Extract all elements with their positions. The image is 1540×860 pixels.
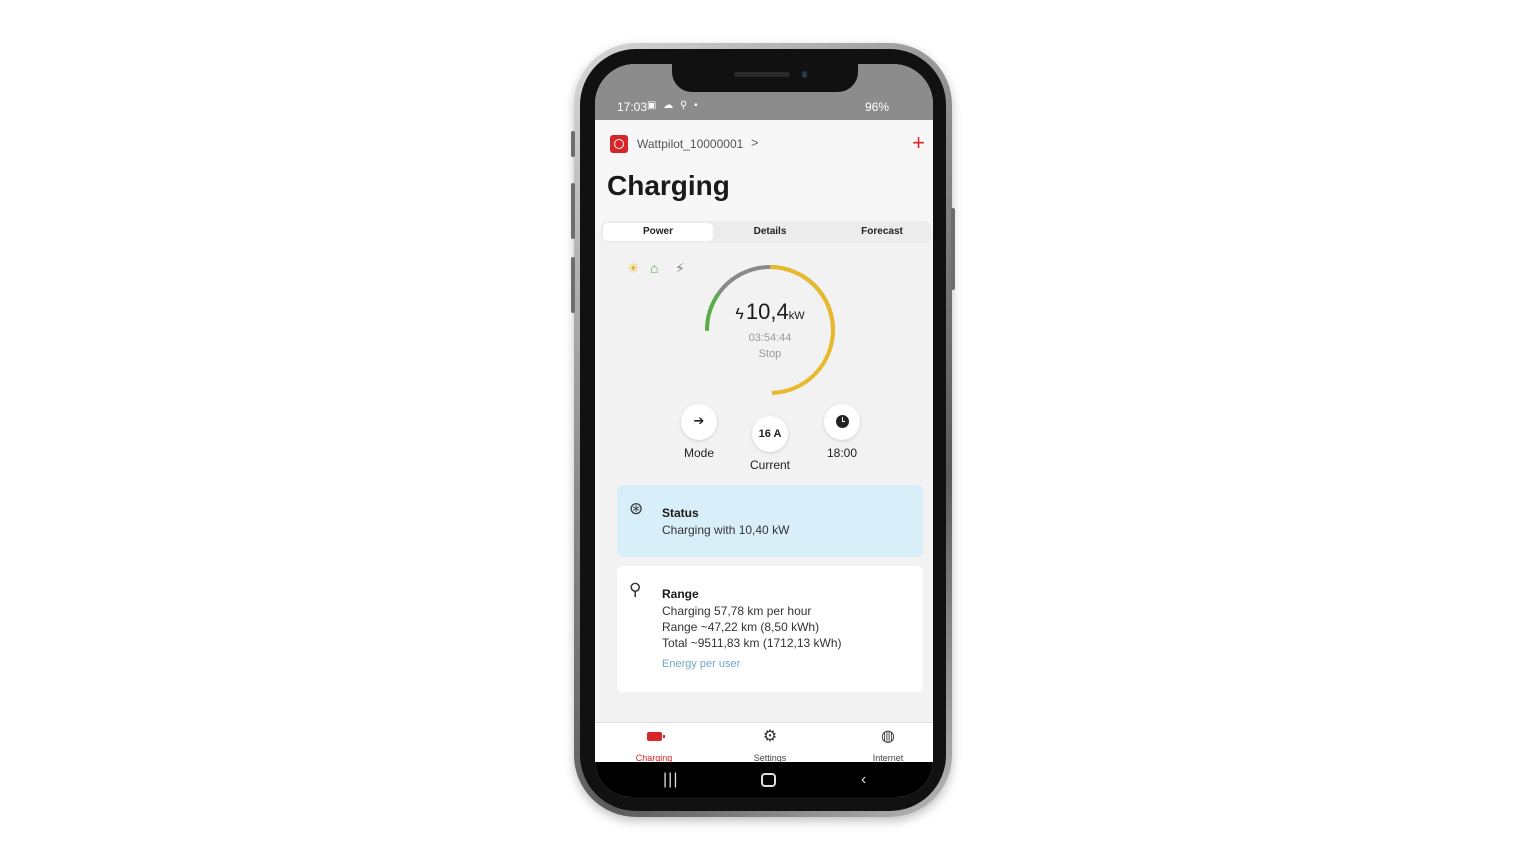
mode-label: Mode: [683, 446, 715, 460]
battery-percent: 96%: [864, 100, 889, 114]
home-button[interactable]: [761, 773, 776, 787]
camera-icon: [802, 71, 807, 78]
power-button: [951, 208, 955, 290]
tab-bar: Power Details Forecast: [601, 221, 931, 243]
gear-icon: ⚙: [762, 728, 778, 745]
add-device-button[interactable]: +: [912, 130, 925, 156]
current-button[interactable]: 16 A: [752, 416, 788, 452]
current-label: Current: [749, 458, 790, 472]
range-line: Charging 57,78 km per hour: [662, 604, 812, 618]
chevron-right-icon[interactable]: >: [751, 135, 759, 150]
tab-forecast[interactable]: Forecast: [827, 223, 933, 241]
timer-button[interactable]: [824, 404, 860, 440]
nav-settings[interactable]: ⚙ Settings: [730, 727, 810, 763]
range-line: Range ~47,22 km (8,50 kWh): [662, 620, 820, 634]
power-grid-icon: ⚡: [675, 260, 685, 276]
recents-button[interactable]: |||: [663, 771, 678, 789]
back-button[interactable]: ‹: [861, 771, 866, 789]
status-title: Status: [662, 506, 699, 520]
power-ring[interactable]: ϟ10,4kW 03:54:44 Stop: [703, 263, 837, 397]
camera-notch: [672, 64, 858, 92]
notification-icons: ▣ ☁ ⚲ •: [647, 100, 700, 111]
power-value: 10,4: [745, 299, 789, 324]
android-nav-bar: ||| ‹: [595, 762, 933, 797]
side-button: [571, 131, 575, 157]
clock-icon: [835, 415, 849, 428]
home-icon: ⌂: [650, 260, 659, 276]
timer-label: 18:00: [826, 446, 858, 460]
phone-screen: 17:03 ▣ ☁ ⚲ • 96% Wattpilot_10000001 > +…: [595, 64, 933, 797]
device-selector[interactable]: Wattpilot_10000001: [637, 137, 743, 151]
volume-down-button: [571, 257, 575, 313]
range-line: Total ~9511,83 km (1712,13 kWh): [662, 636, 842, 650]
volume-up-button: [571, 183, 575, 239]
tab-power[interactable]: Power: [603, 223, 713, 241]
power-unit: kW: [788, 310, 805, 322]
status-text: Charging with 10,40 kW: [662, 523, 790, 537]
battery-icon: [646, 732, 665, 741]
bottom-nav: Charging ⚙ Settings ◍ Internet: [595, 722, 933, 763]
page-title: Charging: [607, 170, 730, 201]
sun-icon: ☀: [627, 260, 640, 276]
globe-icon: ◍: [881, 728, 895, 745]
status-time: 17:03: [617, 100, 648, 114]
mode-button[interactable]: ➔: [681, 404, 717, 440]
stop-button[interactable]: Stop: [703, 348, 837, 360]
nav-internet[interactable]: ◍ Internet: [848, 727, 928, 763]
location-pin-icon: ⚲: [629, 580, 642, 599]
status-pulse-icon: ⊛: [629, 499, 644, 518]
bolt-icon: ϟ: [735, 306, 744, 323]
speaker: [734, 72, 790, 77]
range-card: ⚲ Range Charging 57,78 km per hour Range…: [617, 566, 923, 692]
range-title: Range: [662, 587, 699, 601]
app-header: Wattpilot_10000001 > + Charging: [595, 120, 933, 232]
charging-power: ϟ10,4kW: [703, 299, 837, 325]
status-card: ⊛ Status Charging with 10,40 kW: [617, 485, 923, 557]
nav-charging[interactable]: Charging: [614, 727, 694, 763]
power-ring-arcs: [705, 265, 835, 395]
energy-per-user-link[interactable]: Energy per user: [662, 658, 740, 670]
wattpilot-logo-icon: [610, 135, 628, 153]
plug-icon: ➔: [693, 413, 705, 428]
tab-details[interactable]: Details: [715, 223, 825, 241]
charging-elapsed: 03:54:44: [748, 332, 792, 344]
